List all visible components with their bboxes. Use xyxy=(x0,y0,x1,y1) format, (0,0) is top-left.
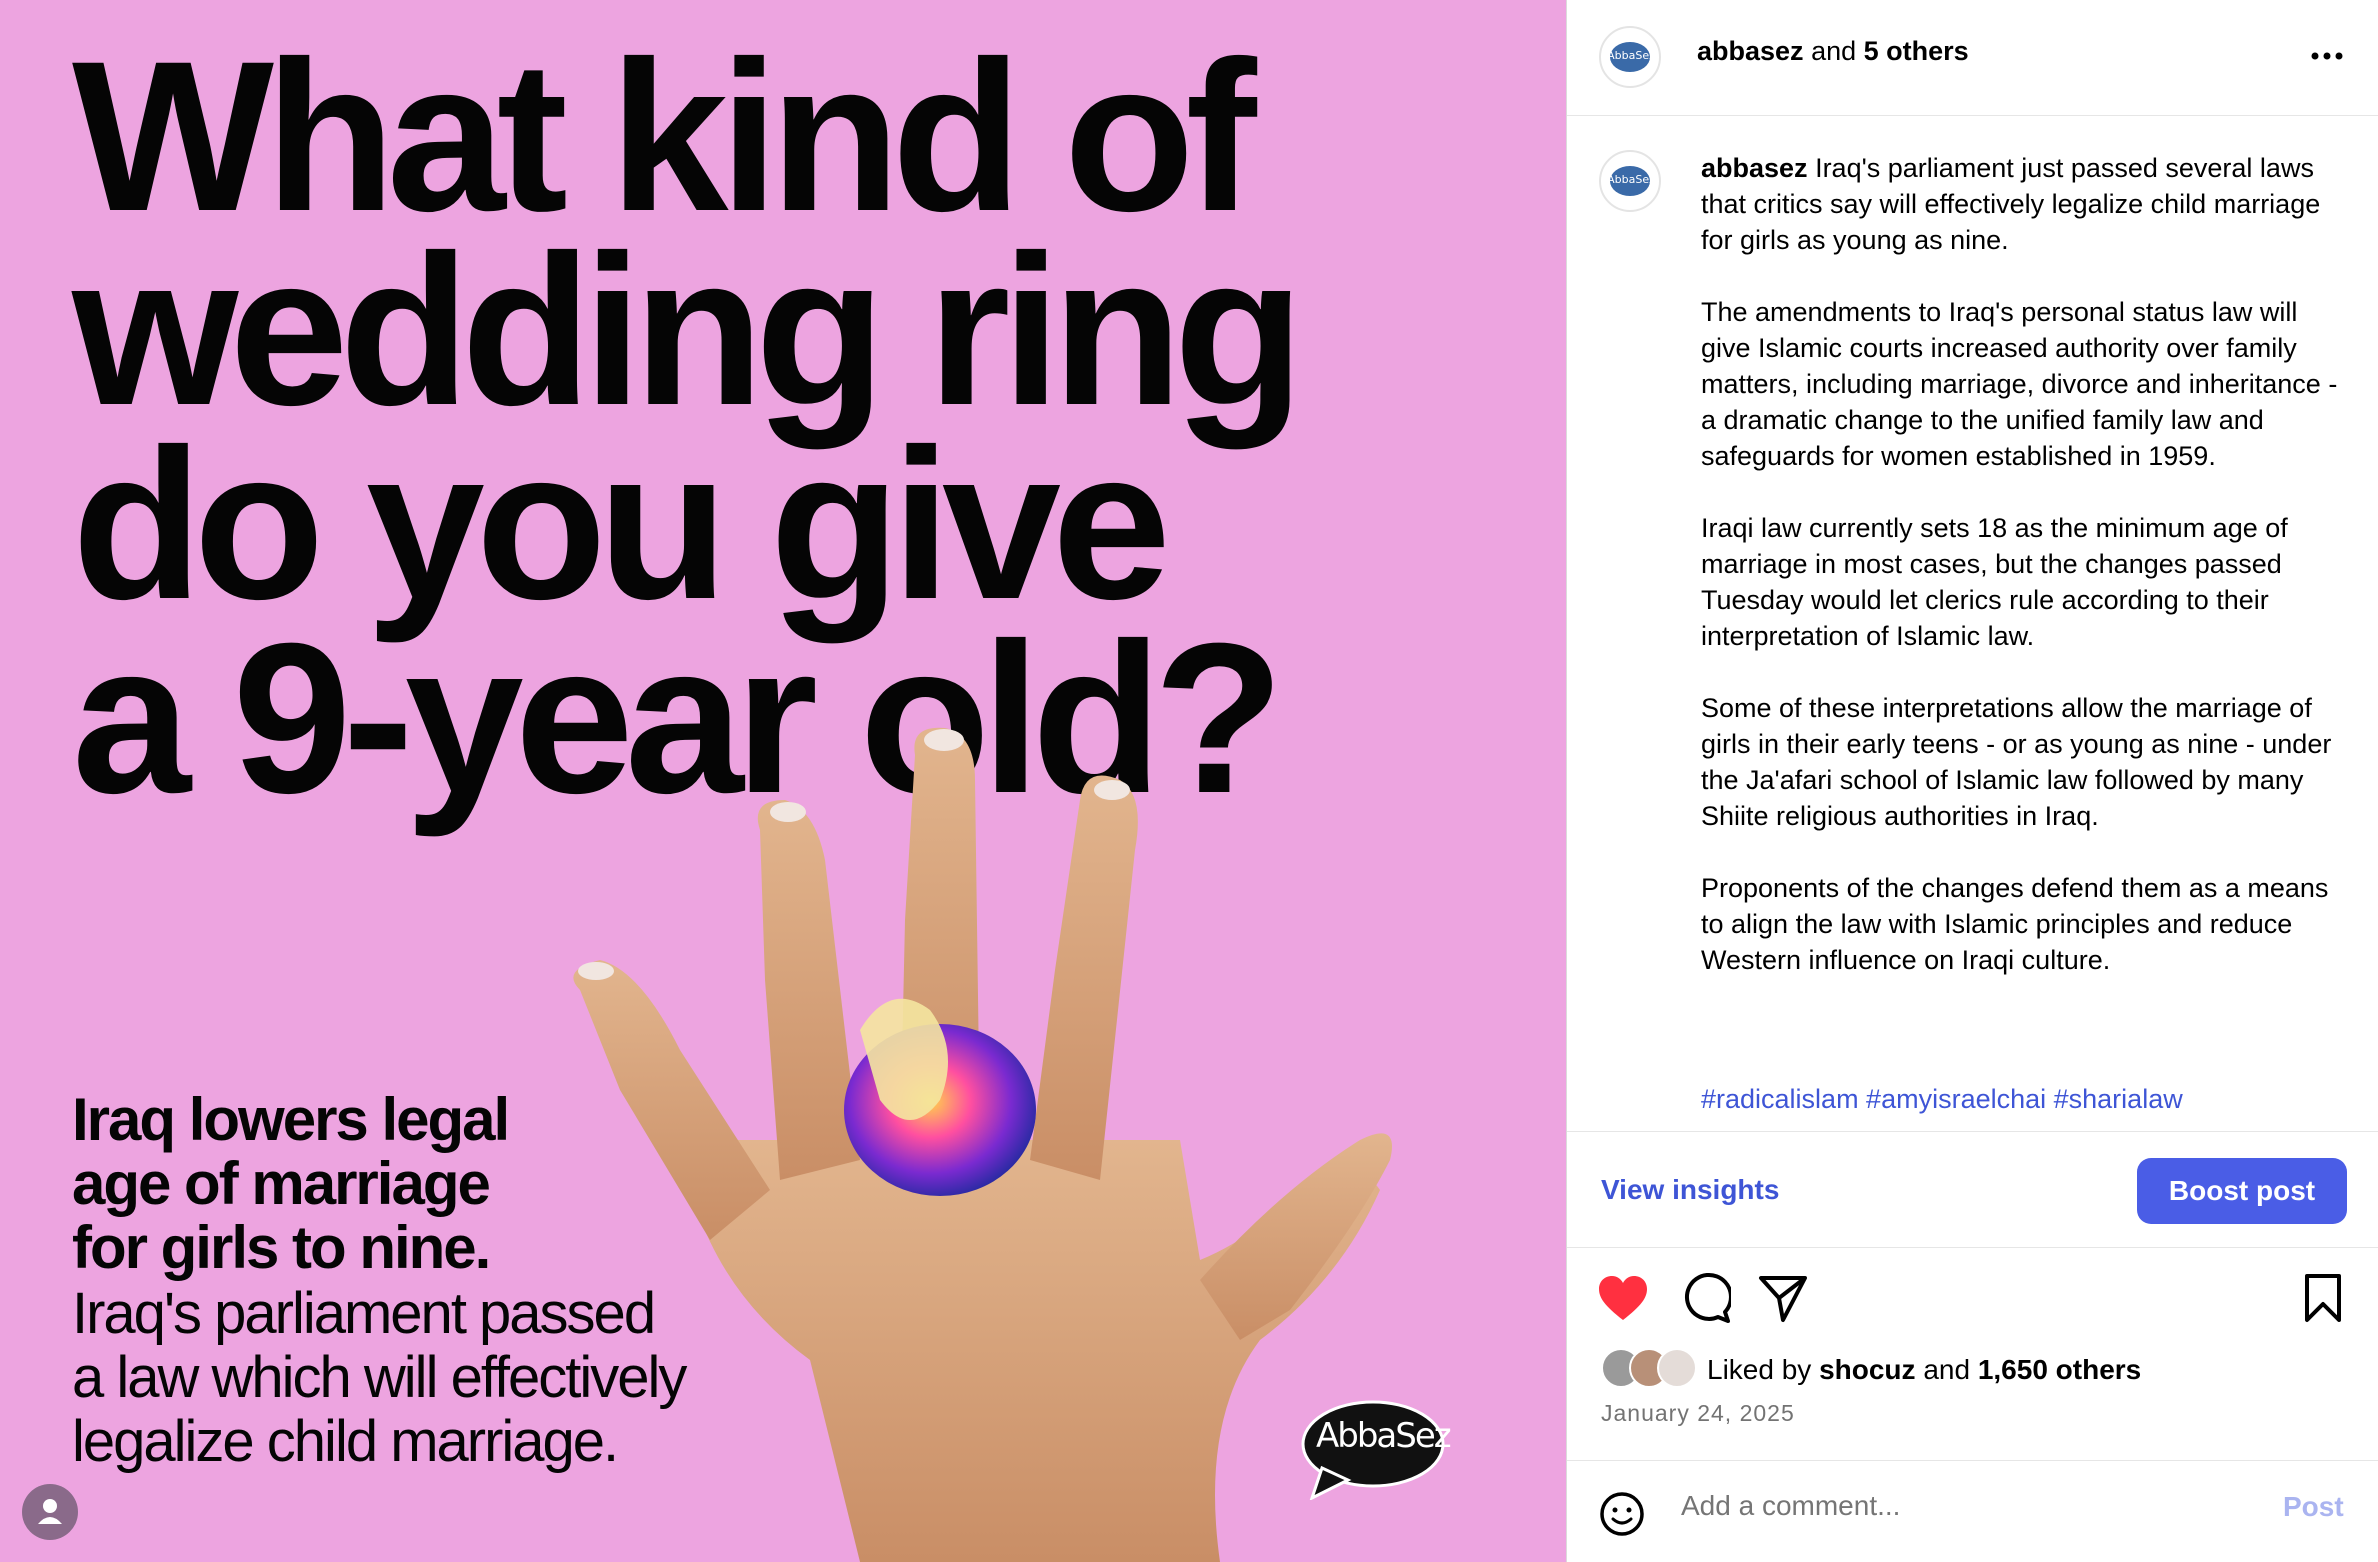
more-icon[interactable] xyxy=(2301,36,2353,76)
liked-by-prefix: Liked by xyxy=(1707,1354,1820,1385)
liked-by-row: Liked by shocuz and 1,650 others xyxy=(1601,1348,2361,1392)
comment-row: Post xyxy=(1567,1460,2378,1562)
caption-avatar-logo-text: AbbaSez xyxy=(1607,173,1655,186)
insights-row: View insights Boost post xyxy=(1567,1132,2378,1248)
post-comment-button[interactable]: Post xyxy=(2283,1491,2344,1523)
post-author[interactable]: abbasez and 5 others xyxy=(1697,36,1969,67)
post-actions: Liked by shocuz and 1,650 others January… xyxy=(1567,1248,2378,1468)
collaborators-link[interactable]: 5 others xyxy=(1864,36,1969,66)
post-details-panel: AbbaSez abbasez and 5 others AbbaSez abb… xyxy=(1566,0,2378,1562)
image-subtext: Iraq's parliament passed a law which wil… xyxy=(72,1281,687,1474)
caption-text: abbasez Iraq's parliament just passed se… xyxy=(1701,150,2341,978)
boost-post-button[interactable]: Boost post xyxy=(2137,1158,2347,1224)
caption-hashtags[interactable]: #radicalislam #amyisraelchai #sharialaw xyxy=(1701,1084,2183,1115)
logo-text: AbbaSez xyxy=(1316,1416,1452,1456)
share-icon[interactable] xyxy=(1757,1272,1809,1324)
avatar-logo-text: AbbaSez xyxy=(1607,49,1655,62)
caption-body: Iraq's parliament just passed several la… xyxy=(1701,153,2338,975)
caption-username[interactable]: abbasez xyxy=(1701,153,1808,183)
comment-icon[interactable] xyxy=(1679,1272,1731,1324)
image-subhead: Iraq lowers legal age of marriage for gi… xyxy=(72,1086,510,1281)
liked-by-user[interactable]: shocuz xyxy=(1819,1354,1915,1385)
bookmark-icon[interactable] xyxy=(2301,1272,2345,1324)
avatar[interactable]: AbbaSez xyxy=(1599,26,1661,88)
comment-input[interactable] xyxy=(1679,1489,2243,1523)
caption-area: AbbaSez abbasez Iraq's parliament just p… xyxy=(1567,116,2378,1132)
heart-icon[interactable] xyxy=(1597,1274,1649,1324)
view-insights-link[interactable]: View insights xyxy=(1601,1174,1779,1206)
emoji-icon[interactable] xyxy=(1599,1491,1645,1537)
author-and-text: and xyxy=(1803,36,1864,66)
caption-avatar[interactable]: AbbaSez xyxy=(1599,150,1661,212)
user-tag-icon[interactable] xyxy=(22,1484,78,1540)
image-headline: What kind of wedding ring do you give a … xyxy=(72,17,1304,838)
author-username[interactable]: abbasez xyxy=(1697,36,1804,66)
likes-count[interactable]: 1,650 others xyxy=(1978,1354,2141,1385)
post-image[interactable]: What kind of wedding ring do you give a … xyxy=(0,0,1566,1562)
liker-avatar[interactable] xyxy=(1657,1348,1697,1388)
post-date[interactable]: January 24, 2025 xyxy=(1601,1400,1795,1427)
liked-by-text[interactable]: Liked by shocuz and 1,650 others xyxy=(1707,1354,2141,1386)
post-header: AbbaSez abbasez and 5 others xyxy=(1567,0,2378,116)
liked-by-and: and xyxy=(1915,1354,1978,1385)
